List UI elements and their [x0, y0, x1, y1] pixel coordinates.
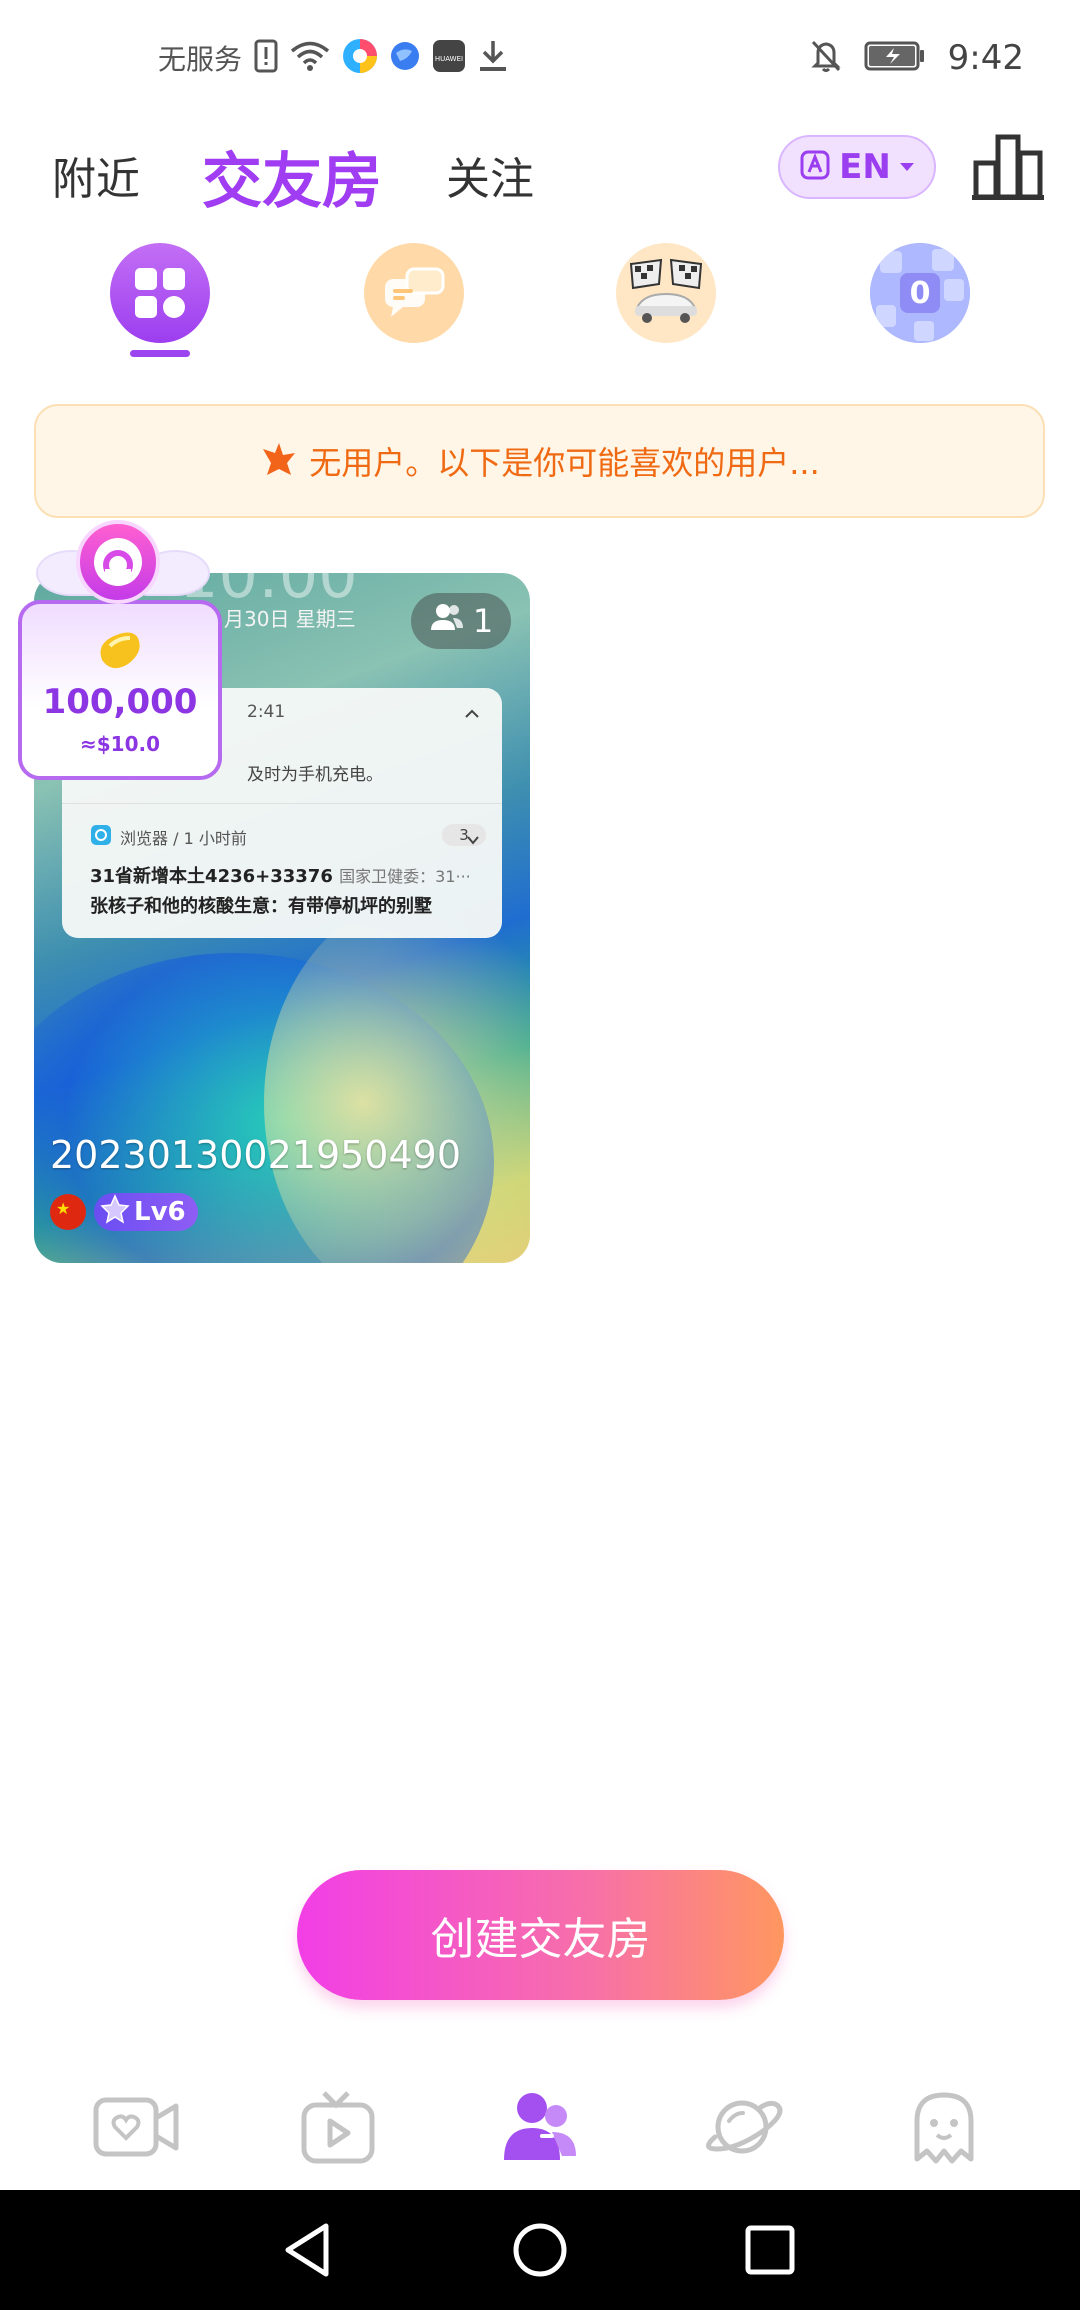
preview-panel-message: 及时为手机充电。 — [247, 765, 383, 785]
notice-banner: 无用户。以下是你可能喜欢的用户... — [34, 404, 1045, 518]
bottom-tab-bar — [0, 2060, 1080, 2190]
gift-amount: 100,000 — [42, 682, 198, 722]
carrier-text: 无服务 — [158, 43, 243, 76]
tab-party-room[interactable]: 交友房 — [202, 133, 382, 220]
top-nav: 附近 交友房 关注 EN — [0, 125, 1080, 245]
language-switch-button[interactable]: EN — [778, 135, 936, 199]
gift-mascot-icon — [76, 520, 160, 604]
translate-icon — [799, 149, 831, 185]
card-background-highlight — [264, 893, 530, 1263]
level-label: Lv6 — [134, 1197, 186, 1227]
create-party-room-button[interactable]: 创建交友房 — [297, 1870, 784, 2000]
chat-category-icon[interactable] — [364, 243, 464, 343]
racing-category-icon[interactable] — [616, 243, 716, 343]
grid-category-icon[interactable] — [110, 243, 210, 343]
chevron-down-icon — [899, 158, 915, 177]
room-owner-id: 20230130021950490 — [50, 1133, 462, 1177]
fire-icon — [259, 441, 297, 481]
gift-box: 100,000 ≈$10.0 — [18, 600, 222, 780]
video-call-tab-icon[interactable] — [86, 2082, 186, 2172]
clock-time: 9:42 — [947, 38, 1024, 78]
gift-badge[interactable]: 100,000 ≈$10.0 — [18, 520, 222, 790]
preview-news-1-main: 31省新增本土4236+33376 — [90, 866, 333, 887]
preview-app-row: 浏览器 / 1 小时前 — [90, 824, 247, 850]
download-icon — [478, 39, 508, 77]
tab-following[interactable]: 关注 — [446, 143, 534, 207]
participant-count: 1 — [411, 593, 511, 649]
wifi-icon — [290, 40, 330, 76]
china-flag-icon: ★ — [50, 1194, 86, 1230]
users-icon — [429, 602, 465, 640]
status-left: 无服务 HUAWEI — [158, 38, 508, 78]
preview-panel-divider — [62, 803, 502, 804]
preview-panel-time: 2:41 — [247, 702, 286, 722]
category-row: 0 — [0, 243, 1080, 363]
planet-tab-icon[interactable] — [692, 2082, 792, 2172]
notice-text: 无用户。以下是你可能喜欢的用户... — [309, 444, 820, 482]
preview-date: 月30日 星期三 — [224, 607, 356, 631]
gift-usd-value: ≈$10.0 — [79, 732, 161, 756]
bean-icon — [94, 624, 150, 678]
sim-alert-icon — [254, 39, 278, 77]
system-navigation-bar — [0, 2190, 1080, 2310]
number-game-category-icon[interactable]: 0 — [870, 243, 970, 343]
svg-text:0: 0 — [910, 276, 931, 311]
create-party-room-label: 创建交友房 — [430, 1914, 651, 1965]
globe-app-icon — [390, 41, 420, 75]
back-icon[interactable] — [278, 2220, 338, 2280]
browser-small-icon — [90, 824, 112, 850]
preview-news-1-tail: 国家卫健委：31··· — [339, 867, 471, 886]
preview-news-2: 张核子和他的核酸生意：有带停机坪的别墅 — [90, 896, 432, 917]
chevron-down-small-icon — [466, 830, 480, 849]
participant-count-value: 1 — [472, 602, 494, 640]
leaderboard-icon[interactable] — [972, 133, 1044, 207]
recents-icon[interactable] — [740, 2220, 800, 2280]
tab-nearby[interactable]: 附近 — [52, 143, 140, 207]
status-right: 9:42 — [810, 38, 1024, 78]
party-room-tab-icon[interactable] — [490, 2082, 590, 2172]
preview-news-1: 31省新增本土4236+33376 国家卫健委：31··· — [90, 862, 471, 888]
live-tv-tab-icon[interactable] — [288, 2082, 388, 2172]
language-label: EN — [839, 147, 891, 187]
status-bar: 无服务 HUAWEI 9:42 — [0, 0, 1080, 125]
room-owner-tags: ★ Lv6 — [50, 1193, 198, 1231]
category-selected-indicator — [130, 350, 190, 357]
preview-app-label: 浏览器 / 1 小时前 — [120, 829, 247, 848]
svg-text:HUAWEI: HUAWEI — [435, 55, 463, 63]
star-icon — [100, 1193, 130, 1231]
chevron-up-icon — [464, 704, 480, 723]
huawei-app-icon: HUAWEI — [432, 39, 466, 77]
browser-app-icon — [342, 38, 378, 78]
home-icon[interactable] — [510, 2220, 570, 2280]
ghost-tab-icon[interactable] — [894, 2082, 994, 2172]
level-badge: Lv6 — [94, 1193, 198, 1231]
battery-charging-icon — [864, 41, 926, 75]
bell-off-icon — [810, 39, 842, 77]
